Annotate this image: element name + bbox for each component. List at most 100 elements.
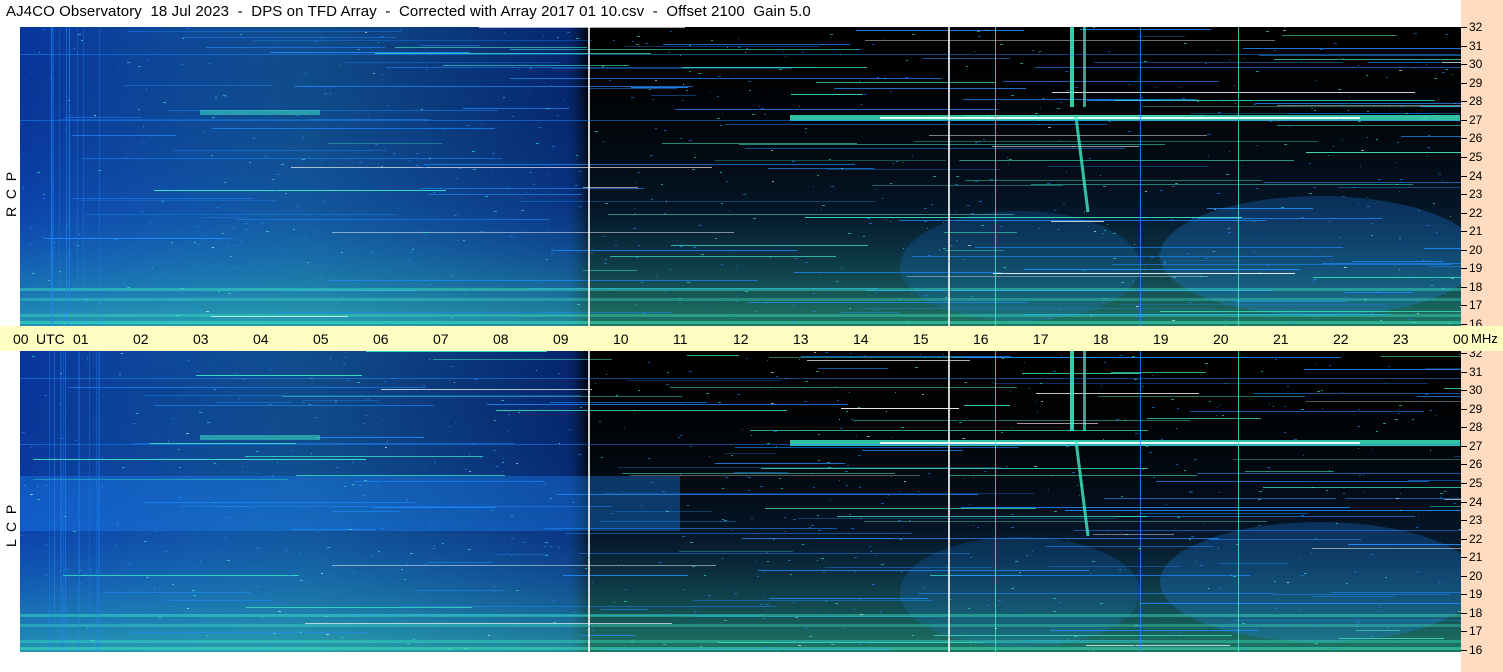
interference-line — [610, 256, 836, 257]
noise-speckle — [1311, 487, 1314, 488]
noise-speckle — [1011, 95, 1014, 96]
noise-speckle — [551, 85, 552, 86]
noise-speckle — [1121, 282, 1124, 283]
noise-speckle — [631, 641, 633, 642]
noise-speckle — [792, 161, 795, 162]
noise-speckle — [841, 443, 842, 444]
noise-speckle — [1361, 150, 1364, 151]
noise-speckle — [452, 275, 453, 276]
noise-speckle — [1417, 571, 1419, 572]
noise-speckle — [1333, 146, 1334, 147]
noise-speckle — [956, 240, 958, 241]
noise-speckle — [1072, 472, 1075, 473]
interference-line — [1112, 264, 1452, 265]
noise-speckle — [1222, 415, 1224, 416]
noise-speckle — [1253, 251, 1255, 252]
noise-speckle — [572, 502, 575, 503]
noise-speckle — [1367, 111, 1369, 112]
noise-speckle — [1395, 162, 1396, 163]
noise-speckle — [1338, 89, 1341, 90]
noise-speckle — [666, 384, 669, 385]
noise-speckle — [352, 484, 355, 485]
interference-line — [1356, 630, 1400, 631]
noise-speckle — [859, 487, 861, 488]
noise-speckle — [507, 431, 508, 432]
noise-speckle — [811, 525, 814, 526]
noise-speckle — [1163, 580, 1164, 581]
interference-line — [1381, 356, 1461, 357]
interference-line — [682, 67, 867, 68]
interference-line — [145, 502, 415, 503]
noise-speckle — [1029, 388, 1030, 389]
noise-speckle — [610, 289, 611, 290]
interference-line — [253, 40, 592, 41]
noise-speckle — [631, 97, 634, 98]
noise-speckle — [44, 583, 45, 584]
vertical-streak — [60, 351, 61, 652]
noise-speckle — [687, 282, 690, 283]
noise-speckle — [1040, 108, 1041, 109]
noise-speckle — [179, 467, 181, 468]
noise-speckle — [803, 387, 804, 388]
noise-speckle — [49, 556, 50, 557]
noise-speckle — [1041, 401, 1043, 402]
frequency-tick — [1461, 520, 1467, 521]
noise-speckle — [558, 373, 560, 374]
noise-speckle — [75, 440, 77, 441]
noise-speckle — [219, 300, 222, 301]
noise-speckle — [87, 358, 88, 359]
noise-speckle — [1422, 260, 1425, 261]
noise-speckle — [1445, 317, 1447, 318]
noise-speckle — [101, 487, 103, 488]
noise-speckle — [690, 542, 693, 543]
noise-speckle — [1119, 355, 1122, 356]
noise-speckle — [60, 280, 61, 281]
noise-speckle — [185, 476, 186, 477]
noise-speckle — [512, 116, 514, 117]
noise-speckle — [1378, 179, 1381, 180]
noise-speckle — [1438, 582, 1441, 583]
noise-speckle — [168, 441, 169, 442]
noise-speckle — [642, 313, 645, 314]
noise-speckle — [638, 245, 640, 246]
noise-speckle — [193, 595, 196, 596]
noise-speckle — [149, 222, 152, 223]
frequency-tick — [1461, 650, 1467, 651]
noise-speckle — [353, 283, 356, 284]
noise-speckle — [1144, 269, 1145, 270]
noise-speckle — [1266, 31, 1269, 32]
noise-speckle — [812, 473, 813, 474]
noise-speckle — [1006, 466, 1008, 467]
noise-speckle — [24, 485, 25, 486]
noise-speckle — [637, 313, 639, 314]
noise-speckle — [1166, 504, 1167, 505]
interference-line — [332, 565, 716, 566]
noise-speckle — [1400, 179, 1403, 180]
noise-speckle — [157, 629, 160, 630]
noise-speckle — [180, 314, 182, 315]
noise-speckle — [1398, 409, 1399, 410]
noise-speckle — [1146, 446, 1148, 447]
noise-speckle — [472, 151, 475, 152]
noise-speckle — [367, 399, 369, 400]
noise-speckle — [680, 404, 683, 405]
noise-speckle — [822, 205, 825, 206]
noise-speckle — [1037, 115, 1039, 116]
noise-speckle — [839, 419, 840, 420]
vertical-marker — [1140, 27, 1141, 326]
noise-speckle — [1125, 534, 1128, 535]
noise-speckle — [1144, 61, 1147, 62]
noise-speckle — [320, 37, 322, 38]
noise-speckle — [1068, 639, 1069, 640]
noise-speckle — [544, 546, 546, 547]
noise-speckle — [850, 353, 852, 354]
interference-line — [1306, 152, 1461, 153]
noise-speckle — [977, 527, 979, 528]
noise-speckle — [86, 479, 89, 480]
noise-speckle — [578, 454, 581, 455]
noise-speckle — [181, 288, 184, 289]
noise-speckle — [1192, 288, 1194, 289]
frequency-tick — [1461, 483, 1467, 484]
noise-speckle — [166, 321, 168, 322]
interference-line — [496, 410, 787, 411]
